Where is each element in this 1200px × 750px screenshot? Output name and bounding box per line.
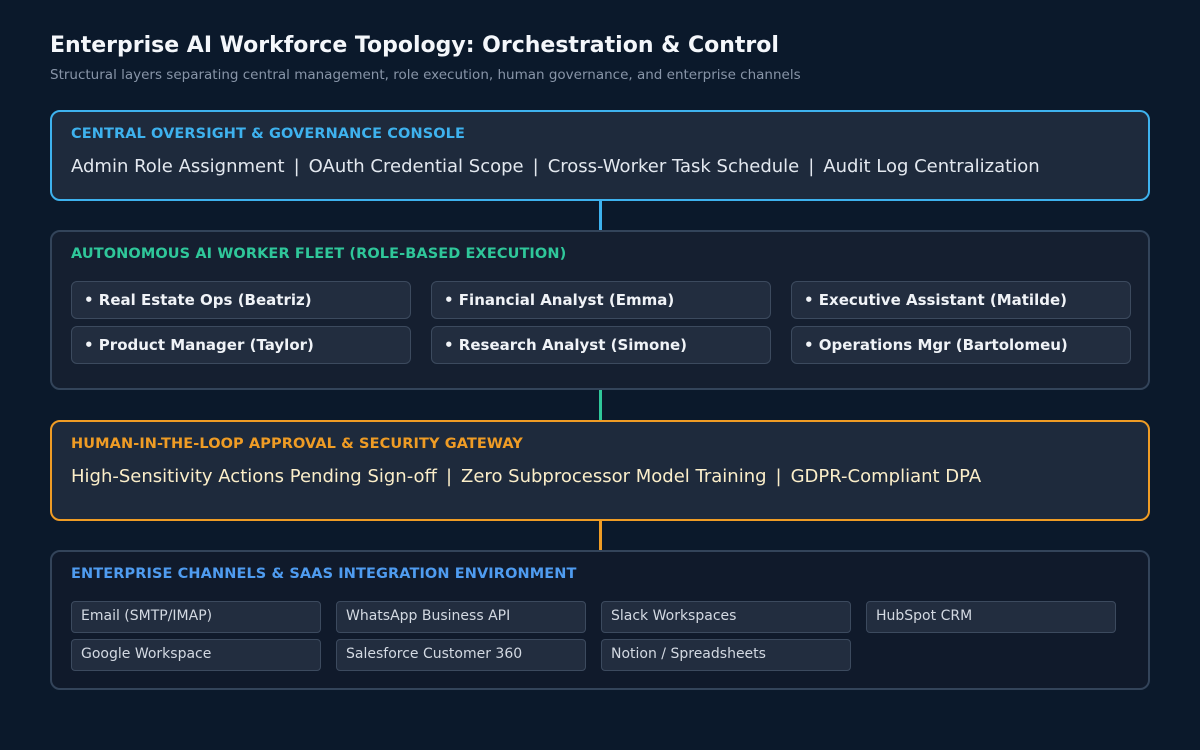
worker-fleet-layer: AUTONOMOUS AI WORKER FLEET (ROLE-BASED E… [50,230,1150,390]
channels-heading: ENTERPRISE CHANNELS & SAAS INTEGRATION E… [71,566,577,582]
gateway-layer: HUMAN-IN-THE-LOOP APPROVAL & SECURITY GA… [50,420,1150,521]
diagram-title: Enterprise AI Workforce Topology: Orches… [50,33,779,58]
gateway-item: GDPR-Compliant DPA [790,466,982,487]
separator: | [445,466,453,487]
channels-layer: ENTERPRISE CHANNELS & SAAS INTEGRATION E… [50,550,1150,690]
oversight-item: Admin Role Assignment [71,156,285,177]
oversight-items: Admin Role Assignment | OAuth Credential S… [71,156,1040,177]
oversight-heading: CENTRAL OVERSIGHT & GOVERNANCE CONSOLE [71,126,466,142]
oversight-item: Cross-Worker Task Schedule [547,156,800,177]
gateway-item: High-Sensitivity Actions Pending Sign-of… [71,466,437,487]
gateway-item: Zero Subprocessor Model Training [461,466,767,487]
channel-chip[interactable]: Notion / Spreadsheets [601,639,851,671]
worker-card[interactable]: • Financial Analyst (Emma) [431,281,771,319]
separator: | [808,156,815,177]
oversight-item: OAuth Credential Scope [308,156,524,177]
channel-chip[interactable]: WhatsApp Business API [336,601,586,633]
gateway-items: High-Sensitivity Actions Pending Sign-of… [71,466,981,487]
worker-card[interactable]: • Executive Assistant (Matilde) [791,281,1131,319]
oversight-layer: CENTRAL OVERSIGHT & GOVERNANCE CONSOLE A… [50,110,1150,201]
worker-card[interactable]: • Product Manager (Taylor) [71,326,411,364]
worker-card[interactable]: • Real Estate Ops (Beatriz) [71,281,411,319]
channel-chip[interactable]: Email (SMTP/IMAP) [71,601,321,633]
separator: | [293,156,300,177]
separator: | [775,466,782,487]
oversight-item: Audit Log Centralization [823,156,1040,177]
worker-card[interactable]: • Operations Mgr (Bartolomeu) [791,326,1131,364]
channel-chip[interactable]: HubSpot CRM [866,601,1116,633]
separator: | [532,156,539,177]
channel-chip[interactable]: Salesforce Customer 360 [336,639,586,671]
connector-oversight-fleet [599,201,602,230]
channel-chip[interactable]: Slack Workspaces [601,601,851,633]
channel-chip[interactable]: Google Workspace [71,639,321,671]
diagram-subtitle: Structural layers separating central man… [50,67,801,83]
connector-fleet-gateway [599,390,602,420]
connector-gateway-channels [599,521,602,550]
gateway-heading: HUMAN-IN-THE-LOOP APPROVAL & SECURITY GA… [71,436,523,452]
worker-card[interactable]: • Research Analyst (Simone) [431,326,771,364]
worker-fleet-heading: AUTONOMOUS AI WORKER FLEET (ROLE-BASED E… [71,246,567,262]
